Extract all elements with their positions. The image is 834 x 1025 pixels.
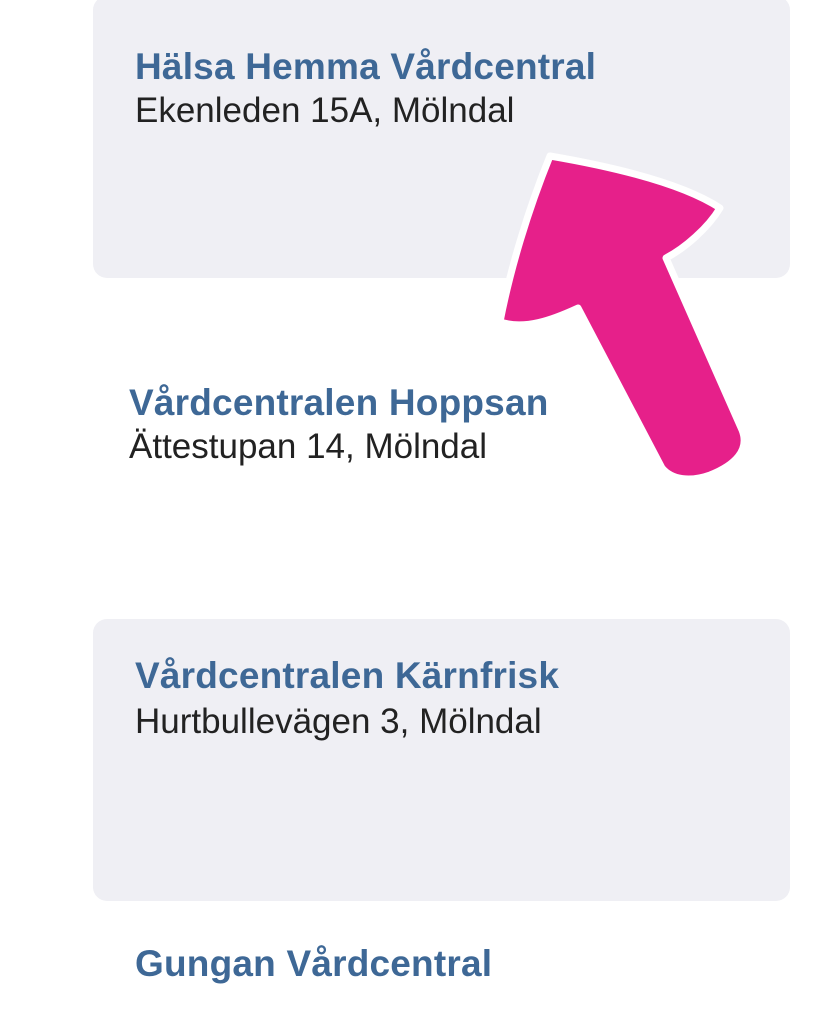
clinic-card[interactable]: Vårdcentralen Kärnfrisk Hurtbullevägen 3… <box>93 619 790 901</box>
clinic-address: Ättestupan 14, Mölndal <box>129 427 488 466</box>
clinic-name: Vårdcentralen Hoppsan <box>129 382 549 423</box>
clinic-address: Hurtbullevägen 3, Mölndal <box>135 702 542 741</box>
clinic-name: Vårdcentralen Kärnfrisk <box>135 655 560 696</box>
clinic-name: Gungan Vårdcentral <box>135 943 493 984</box>
clinic-card[interactable]: Gungan Vårdcentral <box>93 905 790 1025</box>
clinic-list: Hälsa Hemma Vårdcentral Ekenleden 15A, M… <box>0 0 834 984</box>
clinic-card[interactable]: Hälsa Hemma Vårdcentral Ekenleden 15A, M… <box>93 0 790 278</box>
clinic-card[interactable]: Vårdcentralen Hoppsan Ättestupan 14, Möl… <box>93 330 790 612</box>
clinic-name: Hälsa Hemma Vårdcentral <box>135 46 597 87</box>
clinic-address: Ekenleden 15A, Mölndal <box>135 91 515 130</box>
